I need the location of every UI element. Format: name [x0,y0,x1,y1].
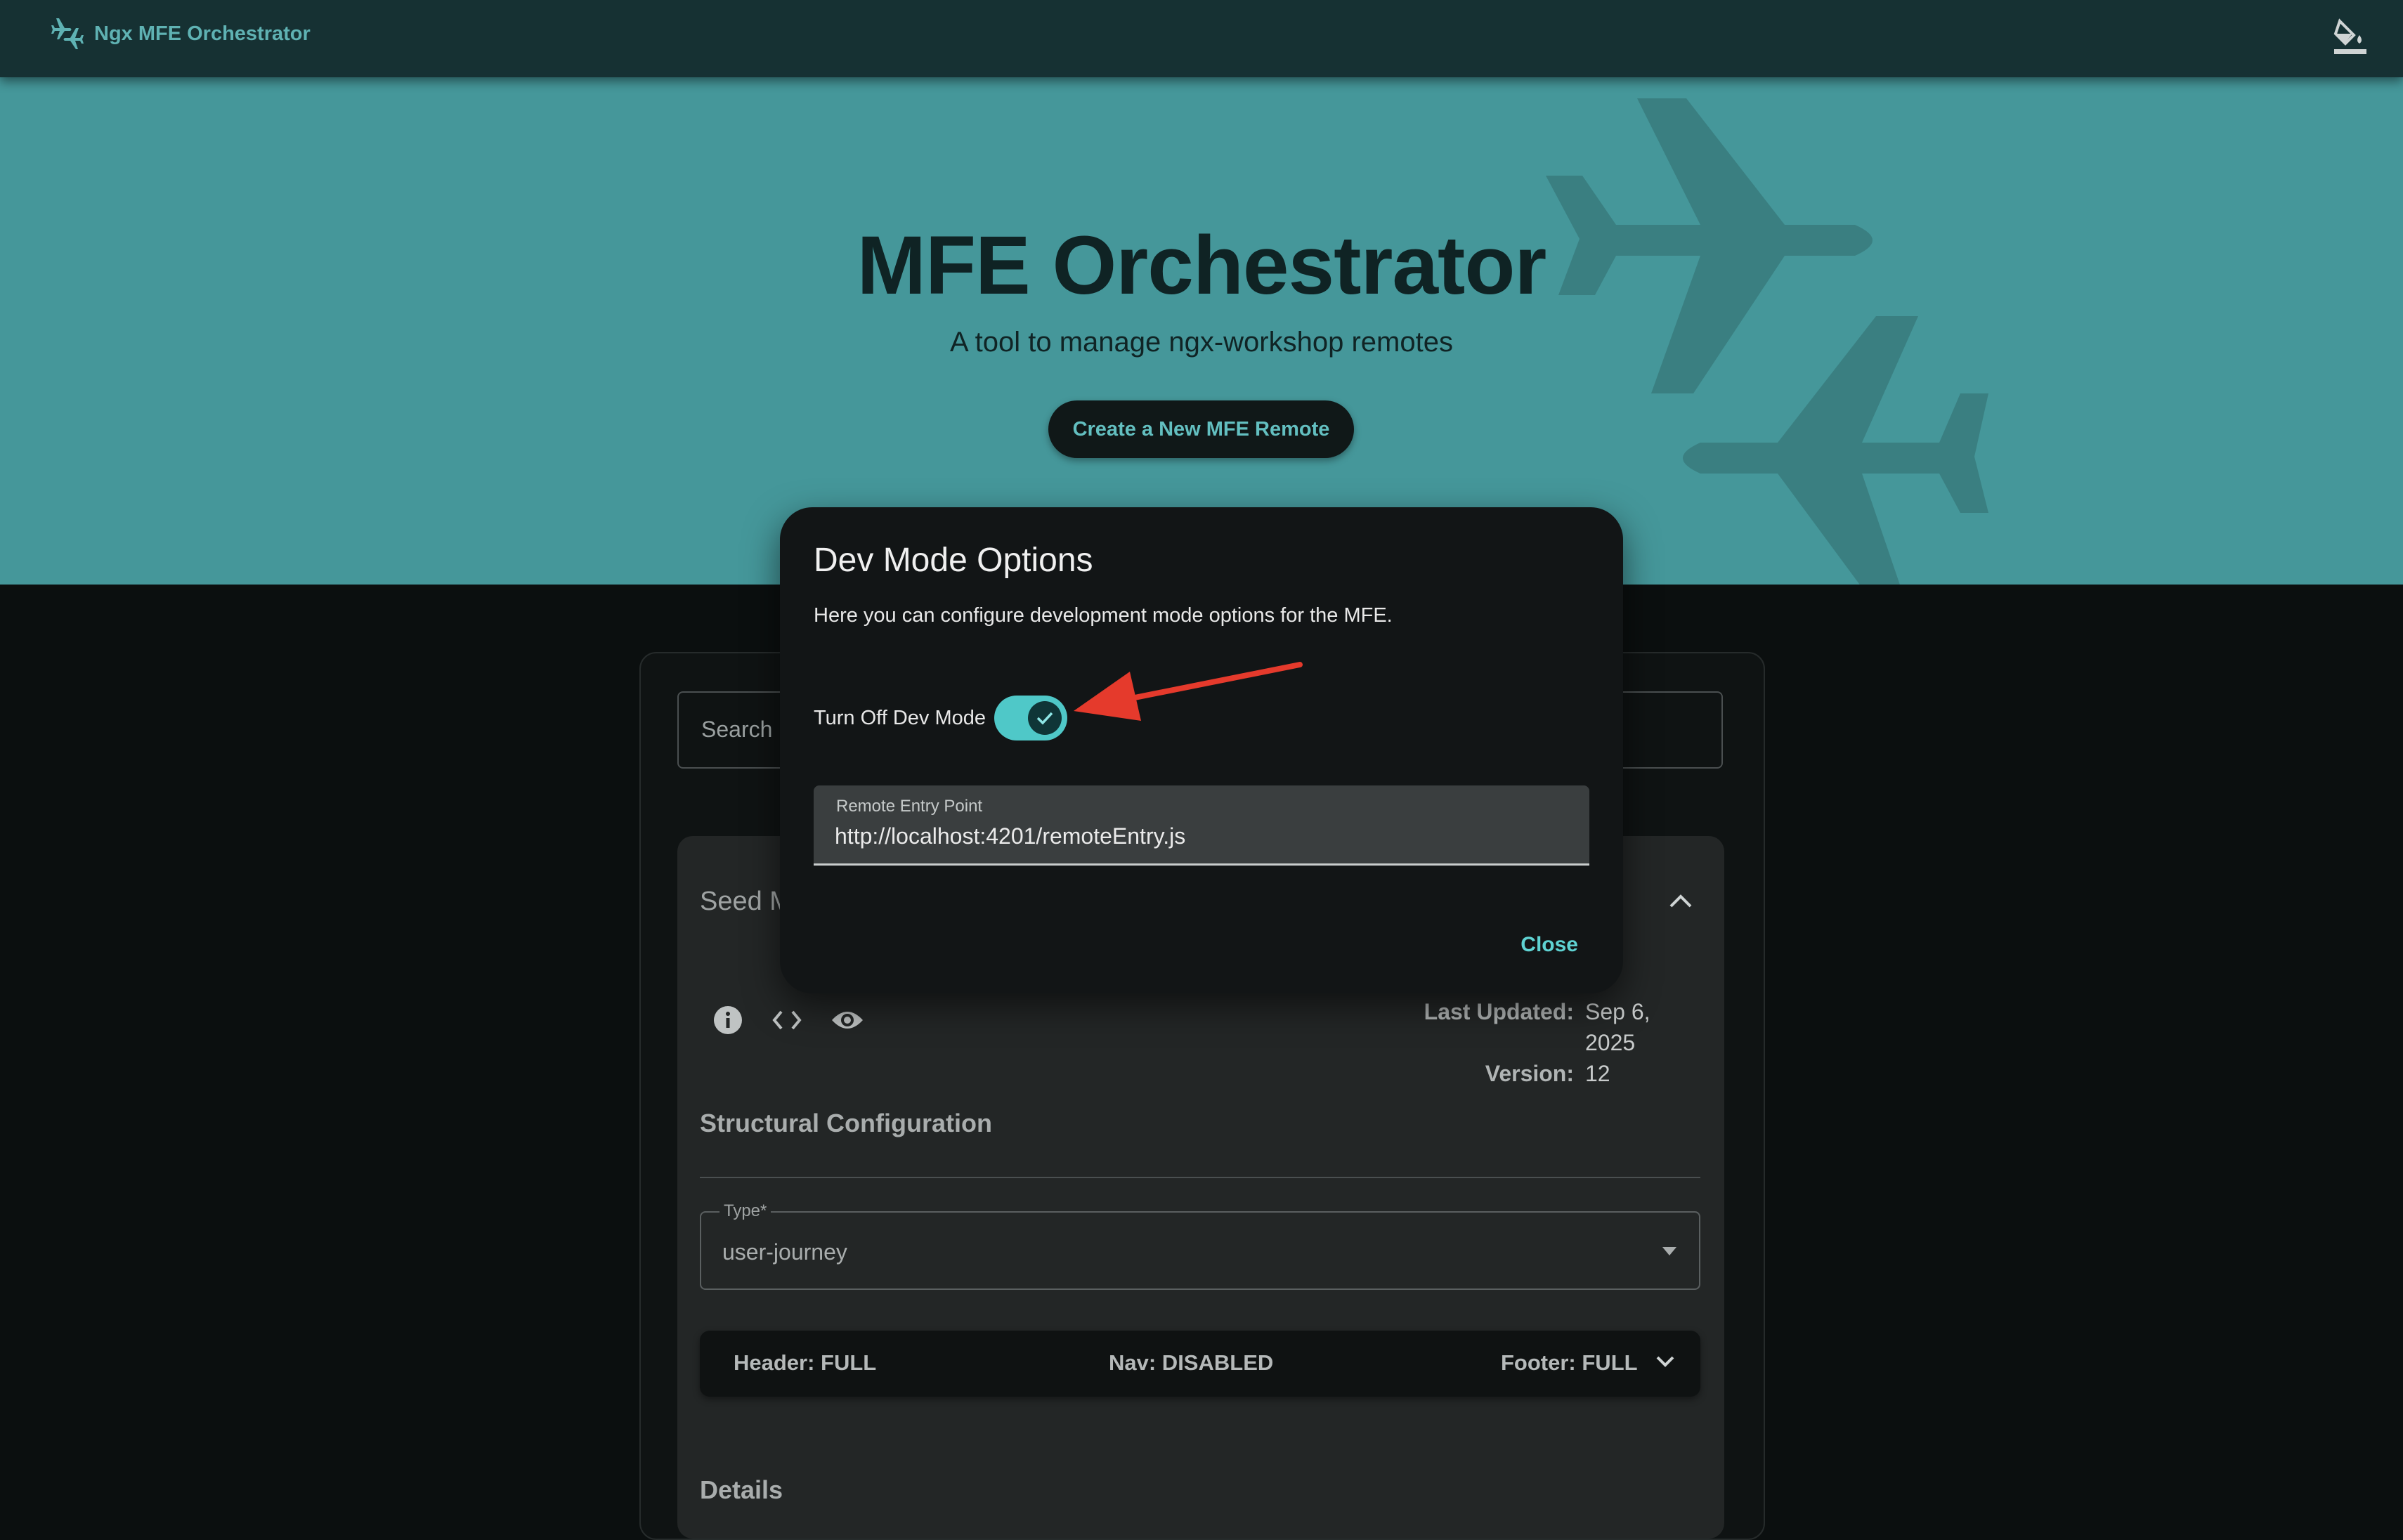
footer-status: Footer: FULL [1501,1350,1638,1375]
card-title[interactable]: Seed M [700,887,792,917]
format-paint-icon[interactable] [2333,18,2368,61]
last-updated-value: Sep 6, 2025 [1585,999,1650,1055]
info-icon[interactable] [712,1005,743,1039]
section-divider [700,1177,1700,1178]
header-status: Header: FULL [734,1350,877,1375]
search-placeholder: Search [701,717,773,742]
check-icon [1028,701,1062,735]
remote-entry-field[interactable]: Remote Entry Point [814,785,1589,866]
remote-entry-label: Remote Entry Point [836,797,983,816]
annotation-arrow-icon [1074,662,1303,721]
remote-entry-input[interactable] [835,821,1565,851]
top-app-bar: Ngx MFE Orchestrator [0,0,2403,77]
chevron-down-icon[interactable] [1655,1355,1675,1372]
type-label: Type* [719,1201,771,1221]
dropdown-arrow-icon [1662,1246,1676,1259]
type-value: user-journey [722,1239,847,1265]
card-meta: Last Updated: Sep 6, 2025 Version: 12 [1424,996,1702,1089]
eye-icon[interactable] [831,1006,864,1038]
hero-subtitle: A tool to manage ngx-workshop remotes [950,327,1453,358]
dialog-description: Here you can configure development mode … [814,604,1393,627]
dialog-title: Dev Mode Options [814,542,1093,579]
hero-title: MFE Orchestrator [857,219,1547,312]
code-icon[interactable] [771,1005,802,1039]
details-title: Details [700,1475,783,1504]
layout-summary-bar[interactable]: Header: FULL Nav: DISABLED Footer: FULL [700,1331,1700,1397]
toggle-label: Turn Off Dev Mode [814,706,986,729]
app-title: Ngx MFE Orchestrator [94,22,311,45]
last-updated-label: Last Updated: [1424,999,1574,1024]
version-label: Version: [1485,1061,1574,1086]
dev-mode-toggle-row: Turn Off Dev Mode [814,696,1067,740]
dev-mode-dialog: Dev Mode Options Here you can configure … [780,507,1623,993]
airplanes-logo-icon [51,15,84,52]
version-value: 12 [1585,1061,1610,1086]
chevron-up-icon[interactable] [1668,892,1693,913]
structural-config-title: Structural Configuration [700,1109,992,1137]
dev-mode-toggle[interactable] [994,696,1067,740]
type-select[interactable]: Type* user-journey [700,1201,1700,1290]
nav-status: Nav: DISABLED [1109,1350,1274,1375]
brand[interactable]: Ngx MFE Orchestrator [51,15,311,52]
card-actions [712,1005,864,1039]
close-button[interactable]: Close [1516,929,1582,961]
create-remote-button[interactable]: Create a New MFE Remote [1048,400,1354,458]
